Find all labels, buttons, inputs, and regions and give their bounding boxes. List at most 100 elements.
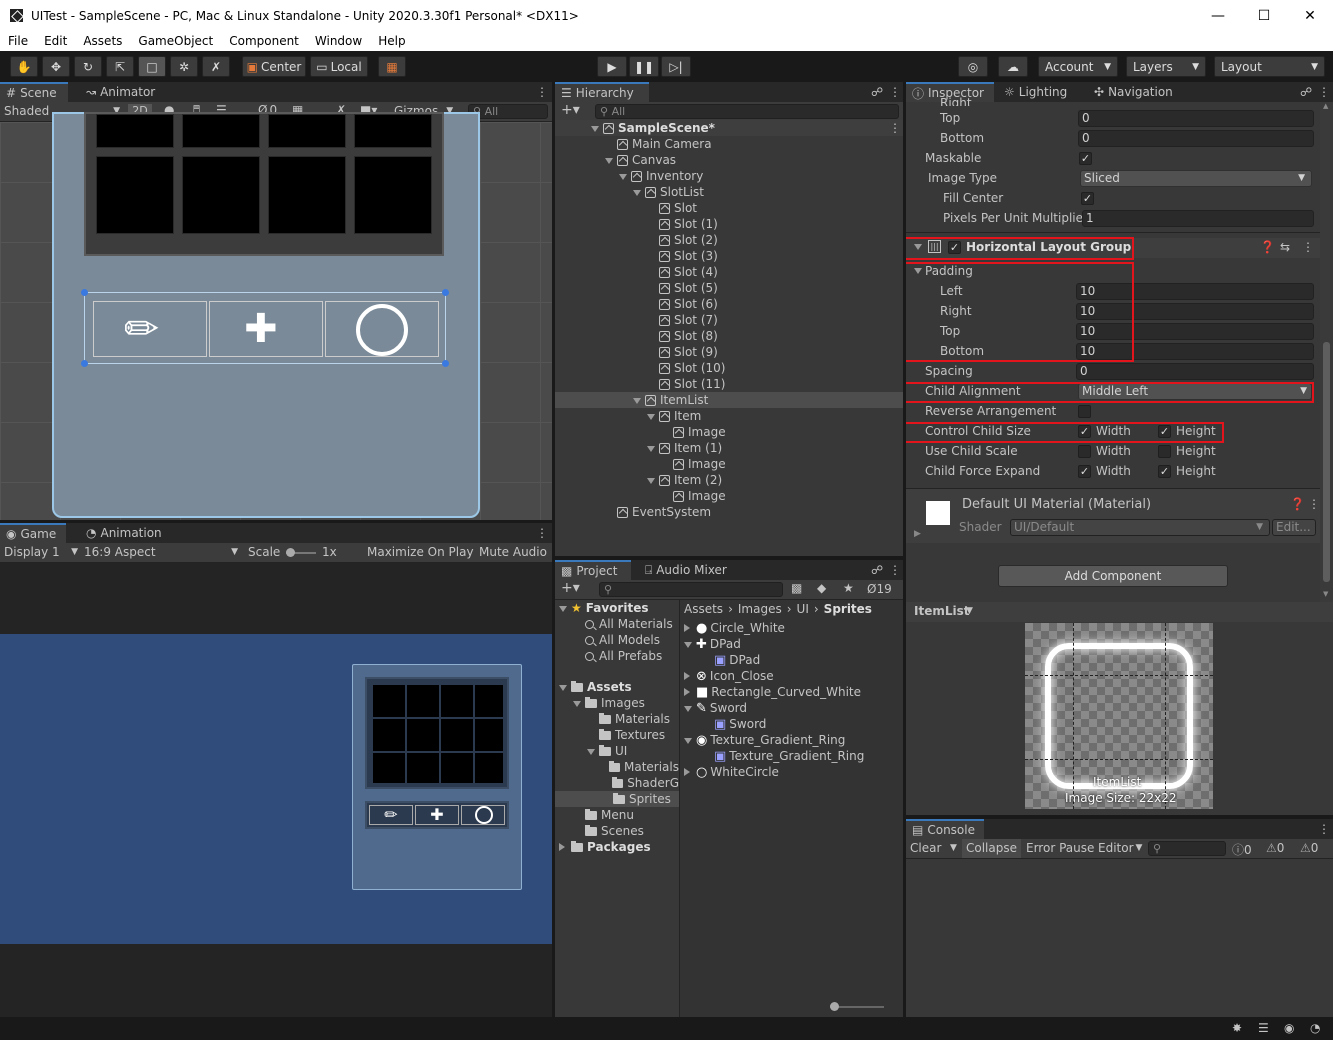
filter-type-icon[interactable]: ▩: [791, 581, 802, 595]
custom-tool-icon[interactable]: ✗: [202, 56, 230, 77]
hierarchy-row[interactable]: SlotList: [555, 184, 903, 200]
tab-audio-mixer[interactable]: ⍈ Audio Mixer: [639, 560, 733, 580]
border-top-field[interactable]: 0: [1078, 110, 1314, 127]
hierarchy-search-input[interactable]: ⚲ All: [595, 104, 899, 119]
clear-options-icon[interactable]: ▼: [950, 843, 957, 853]
expand-arrow-icon[interactable]: [559, 685, 567, 691]
expand-arrow-icon[interactable]: [587, 749, 595, 755]
hierarchy-row[interactable]: Slot: [555, 200, 903, 216]
menu-assets[interactable]: Assets: [75, 34, 130, 48]
project-file-row[interactable]: ▣ Texture_Gradient_Ring: [680, 748, 903, 764]
collab-icon[interactable]: ◎: [958, 56, 988, 77]
editor-target-dropdown[interactable]: Editor ▼: [1098, 841, 1142, 855]
project-file-row[interactable]: ● Circle_White: [680, 620, 903, 636]
hierarchy-row[interactable]: Slot (6): [555, 296, 903, 312]
tab-game[interactable]: ◉ Game: [0, 523, 66, 543]
tab-lighting[interactable]: ☼ Lighting: [998, 82, 1073, 102]
project-tree-row[interactable]: Images: [555, 695, 679, 711]
rotate-tool-icon[interactable]: ↻: [74, 56, 102, 77]
expand-arrow-icon[interactable]: [684, 642, 692, 648]
project-tree-row[interactable]: Packages: [555, 839, 679, 855]
collapse-arrow-icon[interactable]: [684, 624, 690, 632]
project-file-row[interactable]: ▣ Sword: [680, 716, 903, 732]
hierarchy-row[interactable]: Slot (3): [555, 248, 903, 264]
display-dropdown[interactable]: Display 1 ▼: [4, 545, 78, 559]
hierarchy-row[interactable]: Item: [555, 408, 903, 424]
component-menu-icon[interactable]: ⋮: [1302, 240, 1314, 254]
expand-arrow-icon[interactable]: [605, 158, 613, 164]
project-file-row[interactable]: ▣ DPad: [680, 652, 903, 668]
project-tree-row[interactable]: All Materials: [555, 616, 679, 632]
tab-hierarchy[interactable]: ☰ Hierarchy: [555, 82, 649, 102]
hierarchy-row[interactable]: Image: [555, 456, 903, 472]
collapse-toggle[interactable]: Collapse: [962, 839, 1021, 858]
project-tree-row[interactable]: Textures: [555, 727, 679, 743]
clear-button[interactable]: Clear: [910, 841, 941, 855]
tab-animation[interactable]: ◔ Animation: [80, 523, 168, 543]
preview-header[interactable]: ItemList ▼: [906, 602, 1333, 622]
expand-arrow-icon[interactable]: [633, 190, 641, 196]
panel-menu-icon[interactable]: ⋮: [883, 560, 903, 580]
icon-size-slider[interactable]: [830, 1002, 884, 1011]
layers-dropdown[interactable]: Layers ▼: [1126, 56, 1206, 77]
hierarchy-row[interactable]: Slot (11): [555, 376, 903, 392]
maximize-on-play-toggle[interactable]: Maximize On Play: [367, 545, 474, 559]
hierarchy-row[interactable]: Inventory: [555, 168, 903, 184]
maskable-checkbox[interactable]: ✓: [1079, 152, 1092, 165]
scale-height-checkbox[interactable]: [1158, 445, 1171, 458]
expand-arrow-icon[interactable]: [684, 706, 692, 712]
hierarchy-row[interactable]: SampleScene* ⋮: [555, 120, 903, 136]
panel-menu-icon[interactable]: ⋮: [883, 82, 903, 102]
hierarchy-row[interactable]: EventSystem: [555, 504, 903, 520]
move-tool-icon[interactable]: ✥: [42, 56, 70, 77]
play-button[interactable]: ▶: [597, 56, 627, 77]
collapse-arrow-icon[interactable]: [559, 843, 565, 851]
breadcrumb-sprites[interactable]: Sprites: [824, 602, 872, 616]
hierarchy-row[interactable]: Slot (10): [555, 360, 903, 376]
hierarchy-row[interactable]: Image: [555, 488, 903, 504]
transform-tool-icon[interactable]: ✲: [170, 56, 198, 77]
expand-arrow-icon[interactable]: [633, 398, 641, 404]
border-bottom-field[interactable]: 0: [1078, 130, 1314, 147]
hierarchy-row[interactable]: Slot (2): [555, 232, 903, 248]
menu-file[interactable]: File: [0, 34, 36, 48]
tab-scene[interactable]: # Scene: [0, 82, 68, 102]
hierarchy-row[interactable]: Slot (4): [555, 264, 903, 280]
menu-window[interactable]: Window: [307, 34, 370, 48]
breadcrumb-images[interactable]: Images: [738, 602, 782, 616]
expand-arrow-icon[interactable]: [684, 738, 692, 744]
cache-icon[interactable]: ◉: [1284, 1021, 1294, 1035]
aspect-dropdown[interactable]: 16:9 Aspect ▼: [84, 545, 238, 559]
project-tree-row[interactable]: ★ Favorites: [555, 600, 679, 616]
expand-arrow-icon[interactable]: [619, 174, 627, 180]
hierarchy-row[interactable]: Slot (8): [555, 328, 903, 344]
hidden-packages-toggle[interactable]: Ø 19: [867, 582, 892, 596]
maximize-button[interactable]: ☐: [1241, 0, 1287, 31]
collapse-arrow-icon[interactable]: [684, 768, 690, 776]
breadcrumb-assets[interactable]: Assets: [684, 602, 723, 616]
scale-slider[interactable]: [286, 548, 316, 557]
layout-dropdown[interactable]: Layout ▼: [1214, 56, 1325, 77]
hierarchy-row[interactable]: Item (2): [555, 472, 903, 488]
project-tree-row[interactable]: Sprites: [555, 791, 679, 807]
expand-arrow-icon[interactable]: [573, 701, 581, 707]
project-file-row[interactable]: ⊗ Icon_Close: [680, 668, 903, 684]
expand-arrow-icon[interactable]: [647, 414, 655, 420]
scale-tool-icon[interactable]: ⇱: [106, 56, 134, 77]
help-icon[interactable]: ❓: [1260, 240, 1275, 254]
shader-edit-button[interactable]: Edit...: [1272, 519, 1316, 536]
create-asset-button[interactable]: +▾: [561, 580, 580, 596]
warning-count-toggle[interactable]: ⚠ 0: [1266, 841, 1284, 855]
expand-arrow-icon[interactable]: [647, 446, 655, 452]
pivot-center-button[interactable]: ▣ Center: [242, 56, 306, 77]
expand-width-checkbox[interactable]: ✓: [1078, 465, 1091, 478]
scene-menu-icon[interactable]: ⋮: [889, 121, 901, 135]
progress-icon[interactable]: ◔: [1310, 1021, 1320, 1035]
info-count-toggle[interactable]: ⓘ 0: [1232, 841, 1252, 858]
preset-icon[interactable]: ⇆: [1280, 240, 1290, 254]
project-tree-row[interactable]: All Prefabs: [555, 648, 679, 664]
filter-label-icon[interactable]: ◆: [817, 581, 826, 595]
hierarchy-row[interactable]: Slot (5): [555, 280, 903, 296]
expand-arrow-icon[interactable]: [647, 478, 655, 484]
tab-project[interactable]: ▩ Project: [555, 560, 631, 580]
